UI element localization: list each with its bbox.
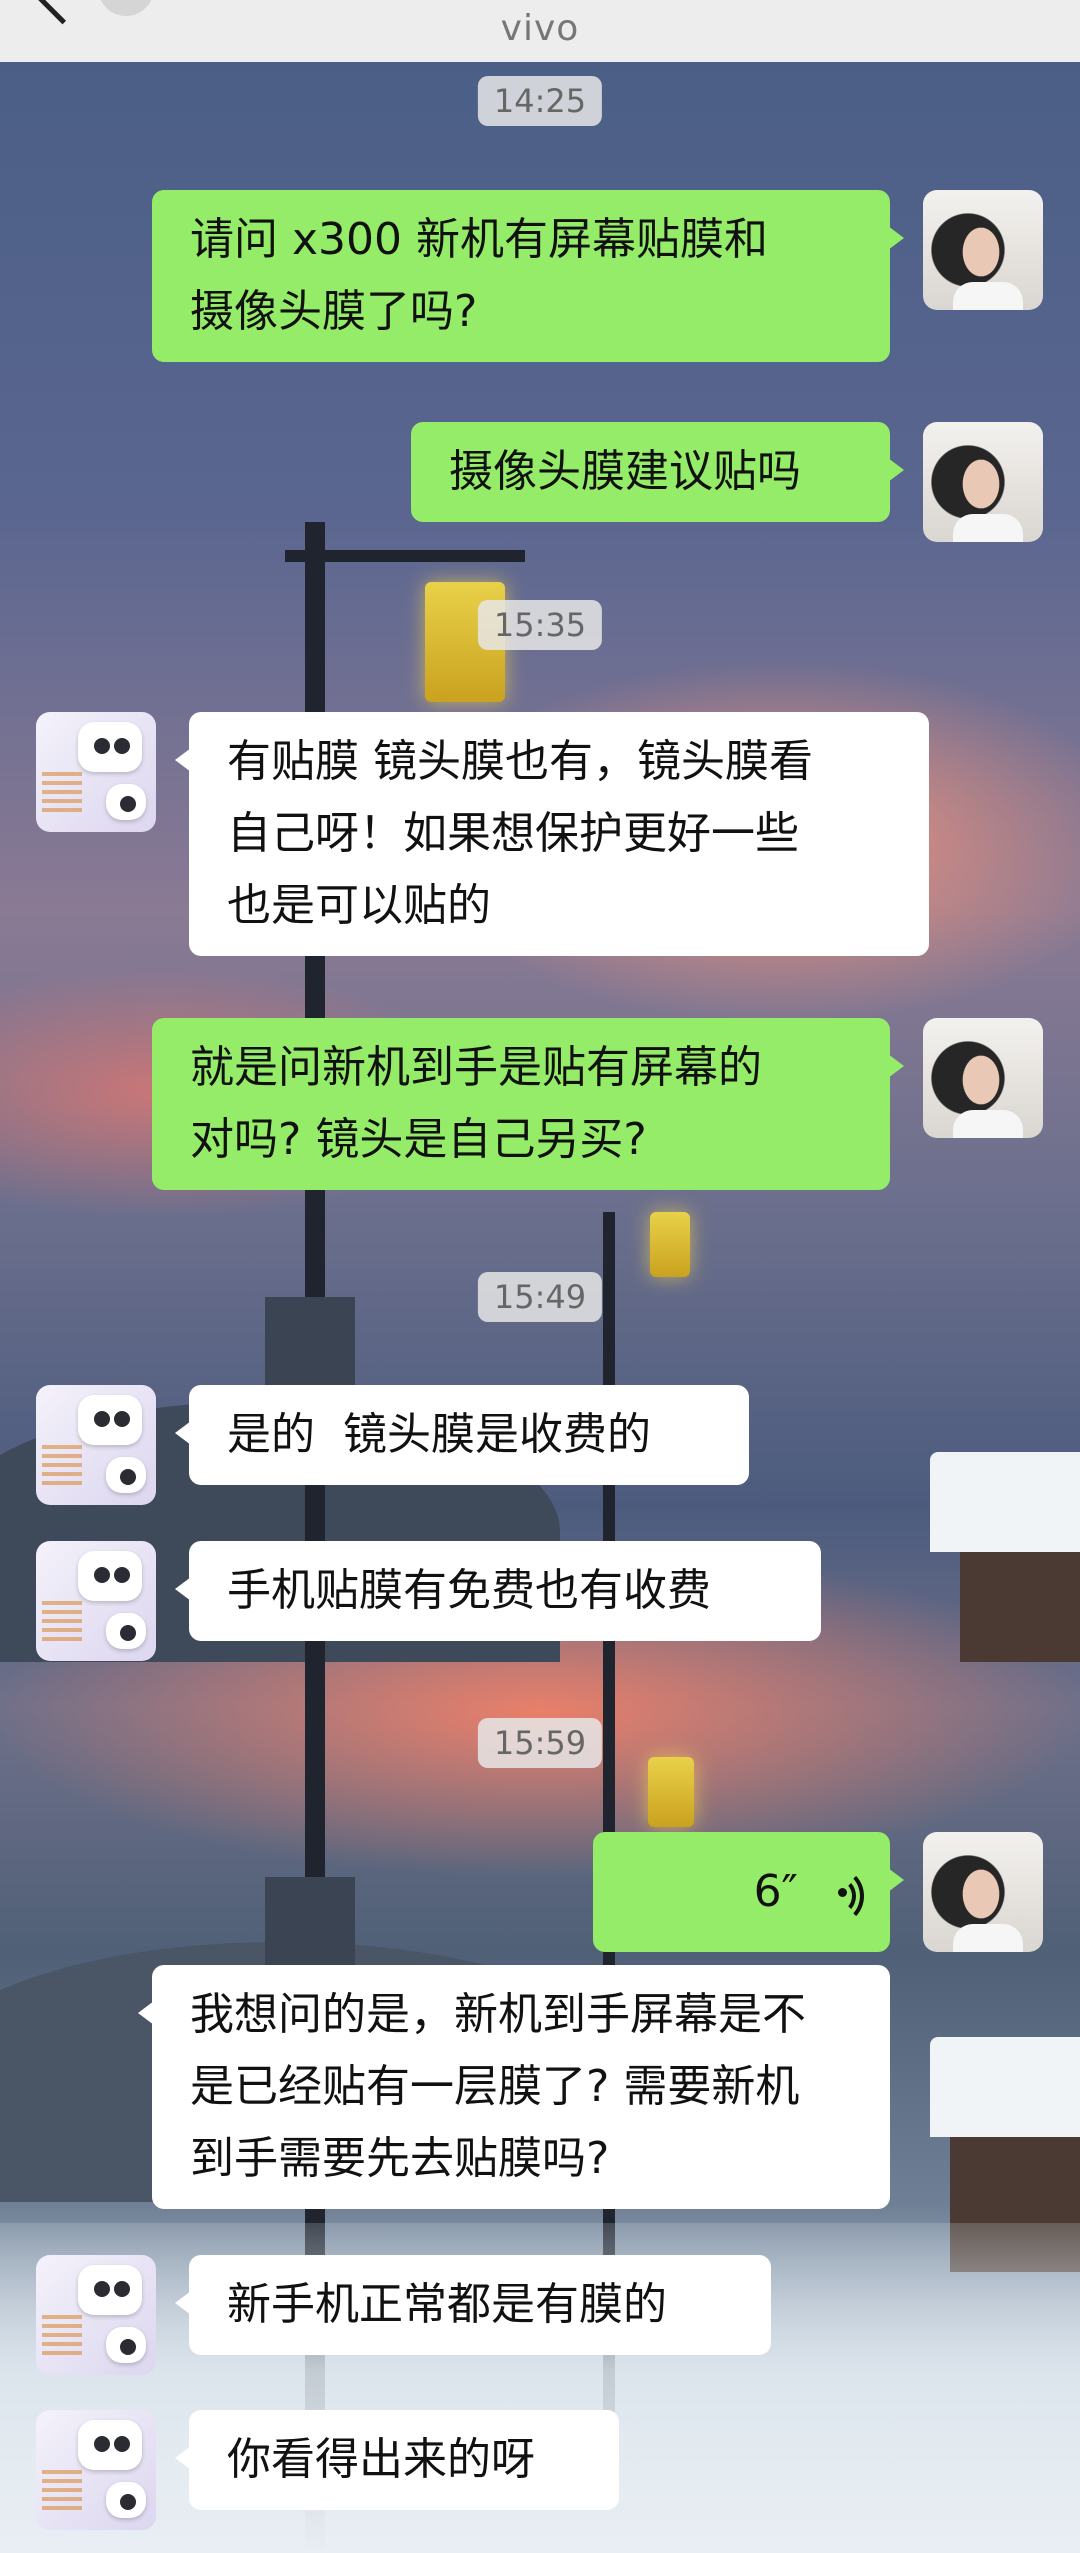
voice-wave-arc xyxy=(812,1868,864,1924)
chat-header: vivo xyxy=(0,0,1080,62)
avatar-text-pattern xyxy=(42,1601,82,1643)
contact-avatar[interactable] xyxy=(36,1541,156,1661)
camera-dot xyxy=(114,2436,130,2452)
lamp-light xyxy=(648,1757,694,1827)
my-avatar[interactable] xyxy=(923,1018,1043,1138)
lamp-light xyxy=(650,1212,690,1277)
lamp-arm xyxy=(285,550,525,562)
message-bubble-received[interactable]: 是的 镜头膜是收费的 xyxy=(175,1385,749,1485)
camera-dot xyxy=(120,1469,136,1485)
my-avatar[interactable] xyxy=(923,190,1043,310)
camera-dot xyxy=(114,738,130,754)
voice-message-bubble[interactable]: 6″ xyxy=(593,1832,904,1952)
timestamp: 15:49 xyxy=(477,1272,603,1322)
phone-graphic xyxy=(78,2265,142,2315)
contact-avatar[interactable] xyxy=(36,2255,156,2375)
my-avatar[interactable] xyxy=(923,1832,1043,1952)
avatar-text-pattern xyxy=(42,772,82,814)
cabin-roof xyxy=(930,1452,1080,1552)
message-bubble-sent[interactable]: 就是问新机到手是贴有屏幕的 对吗? 镜头是自己另买? xyxy=(152,1018,904,1190)
voice-wave-icon xyxy=(816,1868,864,1924)
timestamp: 15:35 xyxy=(477,600,603,650)
camera-dot xyxy=(114,1567,130,1583)
phone-graphic xyxy=(78,722,142,772)
message-bubble-sent[interactable]: 请问 x300 新机有屏幕贴膜和 摄像头膜了吗? xyxy=(152,190,904,362)
camera-dot xyxy=(120,796,136,812)
message-bubble-received[interactable]: 我想问的是，新机到手屏幕是不 是已经贴有一层膜了? 需要新机 到手需要先去贴膜吗… xyxy=(138,1965,890,2209)
my-avatar[interactable] xyxy=(923,422,1043,542)
camera-dot xyxy=(94,1411,110,1427)
message-bubble-received[interactable]: 有贴膜 镜头膜也有，镜头膜看 自己呀！如果想保护更好一些 也是可以贴的 xyxy=(175,712,929,956)
contact-avatar[interactable] xyxy=(36,712,156,832)
message-bubble-received[interactable]: 新手机正常都是有膜的 xyxy=(175,2255,771,2355)
contact-avatar[interactable] xyxy=(36,2410,156,2530)
chat-title: vivo xyxy=(500,8,580,49)
avatar-text-pattern xyxy=(42,2315,82,2357)
phone-graphic xyxy=(78,2420,142,2470)
camera-dot xyxy=(120,1625,136,1641)
camera-dot xyxy=(114,1411,130,1427)
timestamp: 15:59 xyxy=(477,1718,603,1768)
camera-dot xyxy=(120,2494,136,2510)
camera-dot xyxy=(94,2281,110,2297)
message-bubble-sent[interactable]: 摄像头膜建议贴吗 xyxy=(411,422,904,522)
cabin-roof xyxy=(930,2037,1080,2137)
message-bubble-received[interactable]: 手机贴膜有免费也有收费 xyxy=(175,1541,821,1641)
camera-dot xyxy=(114,2281,130,2297)
camera-dot xyxy=(94,738,110,754)
camera-dot xyxy=(94,2436,110,2452)
message-bubble-received[interactable]: 你看得出来的呀 xyxy=(175,2410,619,2510)
voice-duration: 6″ xyxy=(753,1866,798,1917)
phone-graphic xyxy=(78,1395,142,1445)
phone-graphic xyxy=(78,1551,142,1601)
avatar-text-pattern xyxy=(42,2470,82,2512)
cabin xyxy=(960,1542,1080,1662)
camera-dot xyxy=(94,1567,110,1583)
avatar-text-pattern xyxy=(42,1445,82,1487)
timestamp: 14:25 xyxy=(477,76,603,126)
camera-dot xyxy=(120,2339,136,2355)
contact-avatar[interactable] xyxy=(36,1385,156,1505)
